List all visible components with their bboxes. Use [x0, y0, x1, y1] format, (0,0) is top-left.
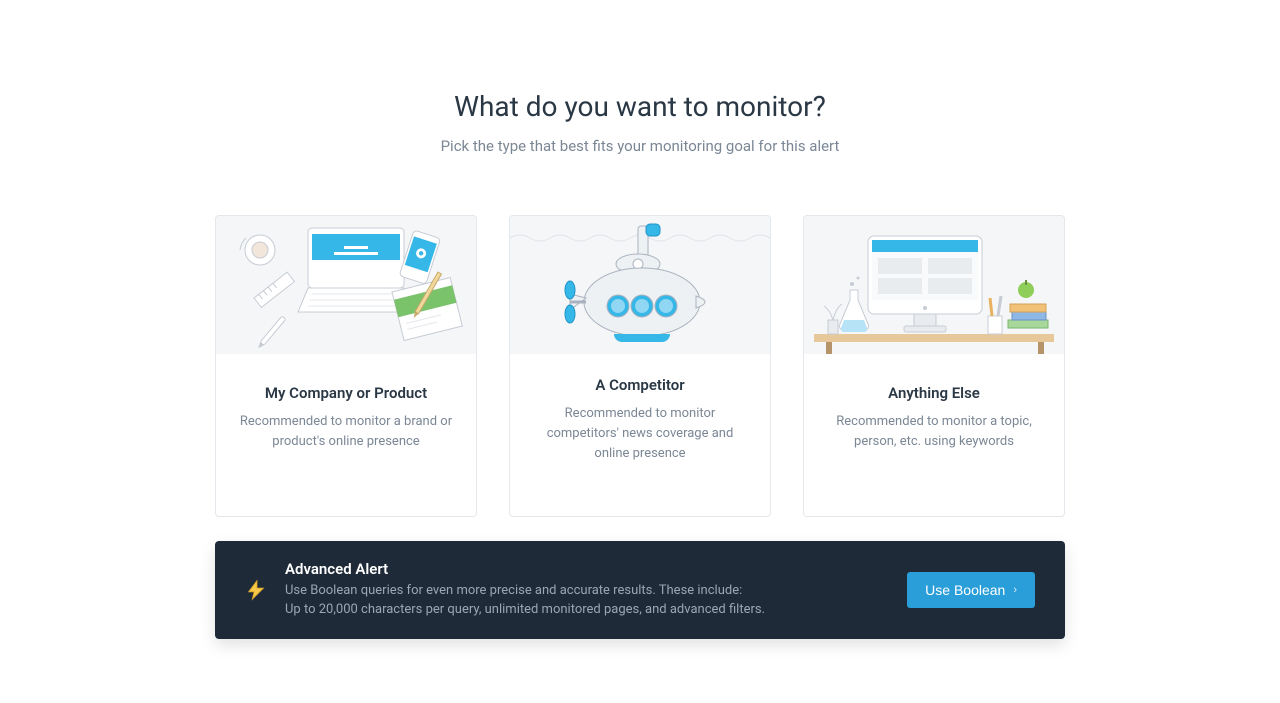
- card-title: A Competitor: [528, 376, 752, 394]
- card-competitor[interactable]: A Competitor Recommended to monitor comp…: [509, 215, 771, 517]
- card-description: Recommended to monitor a topic, person, …: [822, 412, 1046, 452]
- page-subtitle: Pick the type that best fits your monito…: [0, 137, 1280, 155]
- card-description: Recommended to monitor a brand or produc…: [234, 412, 458, 452]
- card-title: Anything Else: [822, 384, 1046, 402]
- illustration-desk: [216, 216, 476, 354]
- illustration-submarine: [510, 216, 770, 354]
- alert-type-cards: My Company or Product Recommended to mon…: [0, 215, 1280, 517]
- chevron-right-icon: ›: [1013, 584, 1017, 596]
- advanced-description: Use Boolean queries for even more precis…: [285, 582, 907, 620]
- card-title: My Company or Product: [234, 384, 458, 402]
- card-description: Recommended to monitor competitors' news…: [528, 404, 752, 464]
- card-anything-else[interactable]: Anything Else Recommended to monitor a t…: [803, 215, 1065, 517]
- card-my-company[interactable]: My Company or Product Recommended to mon…: [215, 215, 477, 517]
- use-boolean-button[interactable]: Use Boolean ›: [907, 572, 1035, 608]
- advanced-alert-banner: Advanced Alert Use Boolean queries for e…: [215, 541, 1065, 639]
- page-header: What do you want to monitor? Pick the ty…: [0, 0, 1280, 155]
- advanced-title: Advanced Alert: [285, 560, 907, 578]
- illustration-imac: [804, 216, 1064, 354]
- page-title: What do you want to monitor?: [0, 90, 1280, 123]
- button-label: Use Boolean: [925, 582, 1005, 598]
- lightning-icon: [245, 579, 267, 601]
